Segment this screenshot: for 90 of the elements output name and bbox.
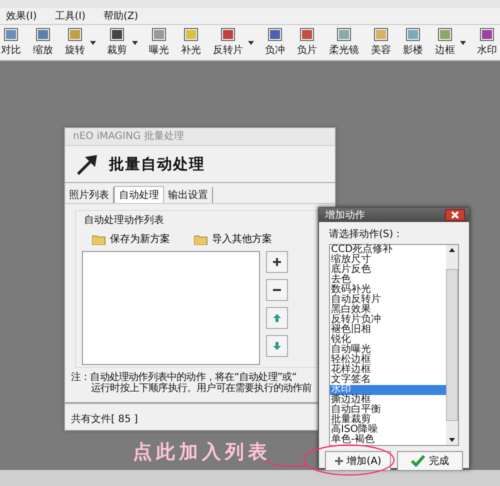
- toolbar-button[interactable]: 柔光镜: [328, 28, 360, 57]
- caret-icon[interactable]: [132, 40, 138, 44]
- list-label: 请选择动作(S)：: [328, 228, 404, 242]
- list-item[interactable]: 高ISO降噪: [330, 425, 446, 435]
- list-item[interactable]: 缩放尺寸: [330, 255, 446, 265]
- list-item[interactable]: 撕边边框: [330, 395, 446, 405]
- action-list[interactable]: [82, 251, 260, 365]
- file-count: 共有文件[ 85 ]: [71, 414, 138, 425]
- down-arrow-icon: [273, 342, 281, 350]
- image-icon: [300, 28, 314, 41]
- add-button[interactable]: 增加(A): [325, 451, 391, 471]
- image-icon: [438, 28, 452, 41]
- list-item[interactable]: 自动白平衡: [330, 405, 446, 415]
- image-icon: [4, 28, 18, 41]
- plus-icon: [273, 258, 281, 266]
- toolbar-button[interactable]: 负片: [296, 28, 318, 57]
- down-arrow-icon[interactable]: [449, 438, 455, 442]
- annotation-text: 点此加入列表: [133, 440, 271, 465]
- toolbar-button[interactable]: 美容: [370, 28, 392, 57]
- list-item[interactable]: 反转片负冲: [330, 315, 446, 325]
- list-item[interactable]: 黑白效果: [330, 305, 446, 315]
- list-item[interactable]: 去色: [330, 275, 446, 285]
- toolbar-button[interactable]: 缩放: [32, 28, 54, 57]
- caret-icon[interactable]: [90, 40, 96, 44]
- tab[interactable]: 输出设置: [164, 187, 213, 203]
- close-icon: [451, 211, 459, 219]
- list-item[interactable]: 数码补光: [330, 285, 446, 295]
- toolbar-button[interactable]: 对比: [0, 28, 22, 57]
- toolbar-button[interactable]: 水印: [476, 28, 498, 57]
- scheme-button[interactable]: 保存为新方案: [92, 232, 170, 246]
- check-icon: [411, 455, 425, 467]
- tab[interactable]: 自动处理: [114, 186, 164, 203]
- menu-item[interactable]: 帮助(Z): [104, 9, 138, 23]
- menu-item[interactable]: 效果(I): [6, 9, 37, 23]
- caret-icon[interactable]: [460, 40, 466, 44]
- image-icon: [374, 28, 388, 41]
- image-icon: [152, 28, 166, 41]
- group-label: 自动处理动作列表: [84, 214, 165, 227]
- toolbar-button[interactable]: 曝光: [148, 28, 170, 57]
- dialog-heading: 批量自动处理: [109, 154, 205, 174]
- scrollbar[interactable]: [446, 245, 458, 445]
- image-icon: [68, 28, 82, 41]
- list-item[interactable]: 文字签名: [330, 375, 446, 385]
- image-icon: [337, 28, 351, 41]
- image-icon: [480, 28, 494, 41]
- image-icon: [36, 28, 50, 41]
- note-text: 运行时按上下顺序执行。用户可在需要执行的动作前: [90, 383, 313, 394]
- toolbar-button[interactable]: 旋转: [64, 28, 86, 57]
- done-button[interactable]: 完成: [397, 451, 463, 471]
- arrow-icon: [75, 153, 99, 175]
- toolbar-button[interactable]: 边框: [434, 28, 456, 57]
- folder-icon: [194, 234, 208, 244]
- scheme-button[interactable]: 导入其他方案: [194, 232, 272, 246]
- image-icon: [221, 28, 235, 41]
- image-icon: [110, 28, 124, 41]
- remove-button[interactable]: [266, 279, 288, 301]
- list-item[interactable]: 单色-褐色: [330, 435, 446, 445]
- up-arrow-icon[interactable]: [449, 248, 455, 252]
- list-item[interactable]: 花样边框: [330, 365, 446, 375]
- list-item[interactable]: 轻松边框: [330, 355, 446, 365]
- leader-line: [266, 460, 306, 468]
- toolbar-button[interactable]: 负冲: [264, 28, 286, 57]
- toolbar-button[interactable]: 影楼: [402, 28, 424, 57]
- menu-item[interactable]: 工具(I): [54, 9, 86, 23]
- image-icon: [184, 28, 198, 41]
- list-item[interactable]: 褪色旧相: [330, 325, 446, 335]
- toolbar-button[interactable]: 补光: [180, 28, 202, 57]
- move-up-button[interactable]: [266, 307, 288, 329]
- caret-icon[interactable]: [248, 40, 254, 44]
- folder-icon: [92, 234, 106, 244]
- image-icon: [268, 28, 282, 41]
- plus-icon: [334, 457, 343, 465]
- window-title: 增加动作: [325, 208, 365, 222]
- close-button[interactable]: [445, 209, 465, 221]
- list-item[interactable]: 底片反色: [330, 265, 446, 275]
- image-icon: [406, 28, 420, 41]
- list-item[interactable]: CCD死点修补: [330, 245, 446, 255]
- list-item[interactable]: 锐化: [330, 335, 446, 345]
- list-item[interactable]: 自动曝光: [330, 345, 446, 355]
- up-arrow-icon: [273, 314, 281, 322]
- move-down-button[interactable]: [266, 335, 288, 357]
- window-title: nEO iMAGING 批量处理: [65, 128, 335, 146]
- toolbar-button[interactable]: 反转片: [212, 28, 244, 57]
- toolbar-button[interactable]: 裁剪: [106, 28, 128, 57]
- list-item[interactable]: 批量裁剪: [330, 415, 446, 425]
- list-item[interactable]: 自动反转片: [330, 295, 446, 305]
- minus-icon: [273, 289, 281, 291]
- scroll-thumb[interactable]: [446, 269, 458, 421]
- add-button[interactable]: [266, 251, 288, 273]
- note-text: 注：自动处理动作列表中的动作，将在“自动处理”或“: [71, 372, 298, 383]
